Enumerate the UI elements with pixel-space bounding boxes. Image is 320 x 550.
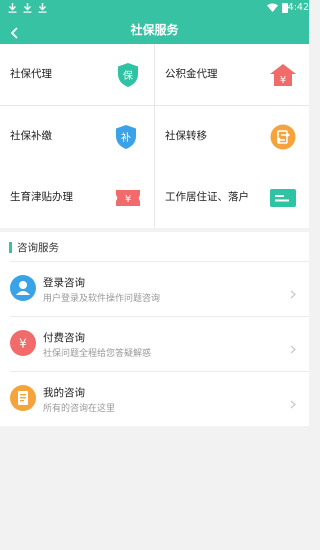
house-icon: ¥	[269, 62, 297, 88]
service-label: 公积金代理	[165, 68, 218, 80]
consult-item-subtitle: 所有的咨询在这里	[43, 404, 116, 414]
service-social-insurance-transfer[interactable]: 社保转移	[155, 106, 309, 167]
svg-text:¥: ¥	[19, 337, 27, 351]
service-label: 社保补缴	[10, 130, 52, 142]
service-maternity-allowance[interactable]: 生育津贴办理 ¥	[0, 167, 154, 228]
status-bar: 4:42	[0, 0, 309, 16]
consult-section: 咨询服务 登录咨询 用户登录及软件操作问题咨询 ¥ 付费咨询 社保问题全程给您答…	[0, 232, 309, 426]
service-residence-permit-hukou[interactable]: 工作居住证、落户	[155, 167, 309, 228]
svg-text:保: 保	[123, 69, 133, 82]
consult-item-subtitle: 用户登录及软件操作问题咨询	[43, 294, 161, 304]
svg-text:¥: ¥	[125, 194, 131, 205]
consult-item-login[interactable]: 登录咨询 用户登录及软件操作问题咨询	[0, 261, 309, 316]
ticket-icon: ¥	[114, 185, 142, 211]
service-label: 生育津贴办理	[10, 191, 73, 203]
consult-item-title: 我的咨询	[43, 387, 85, 399]
service-label: 社保代理	[10, 68, 52, 80]
consult-item-mine[interactable]: 我的咨询 所有的咨询在这里	[0, 371, 309, 426]
shield-icon: 补	[114, 124, 138, 150]
consult-item-title: 付费咨询	[43, 332, 85, 344]
service-social-insurance-backpay[interactable]: 社保补缴 补	[0, 106, 154, 167]
service-label: 工作居住证、落户	[165, 191, 249, 203]
user-icon	[10, 275, 36, 301]
document-icon	[10, 385, 36, 411]
header: 社保服务	[0, 16, 309, 44]
card-icon	[269, 185, 297, 211]
section-accent-bar	[9, 242, 12, 253]
clock: 4:42	[287, 2, 309, 13]
page-title: 社保服务	[130, 23, 179, 37]
service-label: 社保转移	[165, 130, 207, 142]
wifi-icon	[267, 3, 278, 12]
service-housing-fund-agency[interactable]: 公积金代理 ¥	[155, 44, 309, 105]
svg-text:¥: ¥	[280, 75, 286, 86]
service-social-insurance-agency[interactable]: 社保代理 保	[0, 44, 154, 105]
section-header: 咨询服务	[0, 232, 309, 262]
consult-item-title: 登录咨询	[43, 277, 85, 289]
download-icon	[23, 3, 32, 13]
download-icon	[38, 3, 47, 13]
download-icon	[8, 3, 17, 13]
chevron-right-icon	[290, 284, 296, 299]
consult-item-paid[interactable]: ¥ 付费咨询 社保问题全程给您答疑解惑	[0, 316, 309, 371]
svg-text:补: 补	[121, 131, 131, 144]
chevron-right-icon	[290, 394, 296, 409]
consult-item-subtitle: 社保问题全程给您答疑解惑	[43, 349, 152, 359]
shield-icon: 保	[116, 62, 140, 88]
yen-icon: ¥	[10, 330, 36, 356]
transfer-icon	[270, 124, 296, 150]
section-title: 咨询服务	[17, 242, 59, 254]
chevron-right-icon	[290, 339, 296, 354]
